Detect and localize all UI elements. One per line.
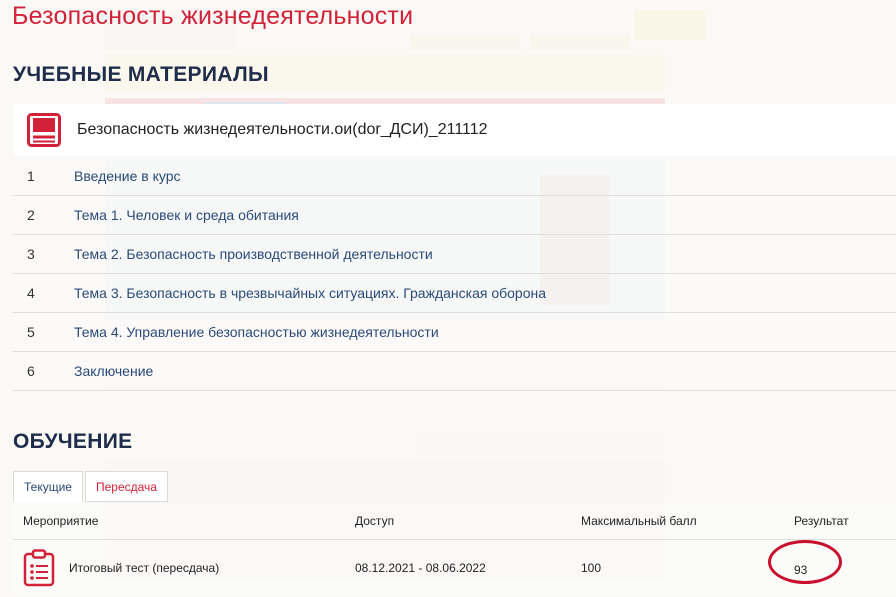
topic-row[interactable]: 2 Тема 1. Человек и среда обитания [13, 196, 896, 235]
topic-link[interactable]: Тема 1. Человек и среда обитания [74, 207, 299, 223]
test-clipboard-icon [23, 549, 55, 587]
learning-tabs: Текущие Пересдача [13, 471, 170, 502]
topic-number: 2 [27, 207, 35, 223]
course-card[interactable]: Безопасность жизнедеятельности.ои(dor_ДС… [13, 104, 896, 156]
topic-number: 6 [27, 363, 35, 379]
topic-row[interactable]: 4 Тема 3. Безопасность в чрезвычайных си… [13, 274, 896, 313]
topic-row[interactable]: 6 Заключение [13, 352, 896, 391]
header-access: Доступ [355, 514, 395, 528]
page-title: Безопасность жизнедеятельности [12, 2, 414, 30]
topic-link[interactable]: Тема 3. Безопасность в чрезвычайных ситу… [74, 285, 546, 301]
tab-current[interactable]: Текущие [13, 471, 83, 502]
event-cell: Итоговый тест (пересдача) [13, 549, 355, 587]
max-score: 100 [581, 561, 602, 575]
events-table: Мероприятие Доступ Максимальный балл Рез… [13, 503, 896, 596]
topic-row[interactable]: 5 Тема 4. Управление безопасностью жизне… [13, 313, 896, 352]
learning-section-title: ОБУЧЕНИЕ [13, 430, 133, 453]
header-result: Результат [794, 514, 849, 528]
tab-retake[interactable]: Пересдача [84, 471, 168, 502]
topic-number: 5 [27, 324, 35, 340]
result-cell: 93 [768, 539, 884, 584]
topic-row[interactable]: 3 Тема 2. Безопасность производственной … [13, 235, 896, 274]
course-page: Безопасность жизнедеятельности УЧЕБНЫЕ М… [0, 0, 896, 597]
table-row[interactable]: Итоговый тест (пересдача) 08.12.2021 - 0… [13, 539, 896, 596]
topic-row[interactable]: 1 Введение в курс [13, 157, 896, 196]
topic-link[interactable]: Введение в курс [74, 168, 181, 184]
materials-section-title: УЧЕБНЫЕ МАТЕРИАЛЫ [13, 63, 269, 86]
topic-link[interactable]: Тема 4. Управление безопасностью жизнеде… [74, 324, 439, 340]
book-icon [27, 113, 61, 147]
topic-number: 3 [27, 246, 35, 262]
topic-number: 1 [27, 168, 35, 184]
topic-number: 4 [27, 285, 35, 301]
table-header: Мероприятие Доступ Максимальный балл Рез… [13, 503, 896, 540]
header-event: Мероприятие [23, 514, 99, 528]
topics-list: 1 Введение в курс 2 Тема 1. Человек и ср… [13, 157, 896, 391]
course-name: Безопасность жизнедеятельности.ои(dor_ДС… [77, 121, 488, 138]
topic-link[interactable]: Заключение [74, 363, 153, 379]
access-period: 08.12.2021 - 08.06.2022 [355, 561, 486, 575]
header-max-score: Максимальный балл [581, 514, 697, 528]
event-name[interactable]: Итоговый тест (пересдача) [69, 561, 219, 575]
result-highlight-circle [768, 539, 842, 584]
topic-link[interactable]: Тема 2. Безопасность производственной де… [74, 246, 433, 262]
